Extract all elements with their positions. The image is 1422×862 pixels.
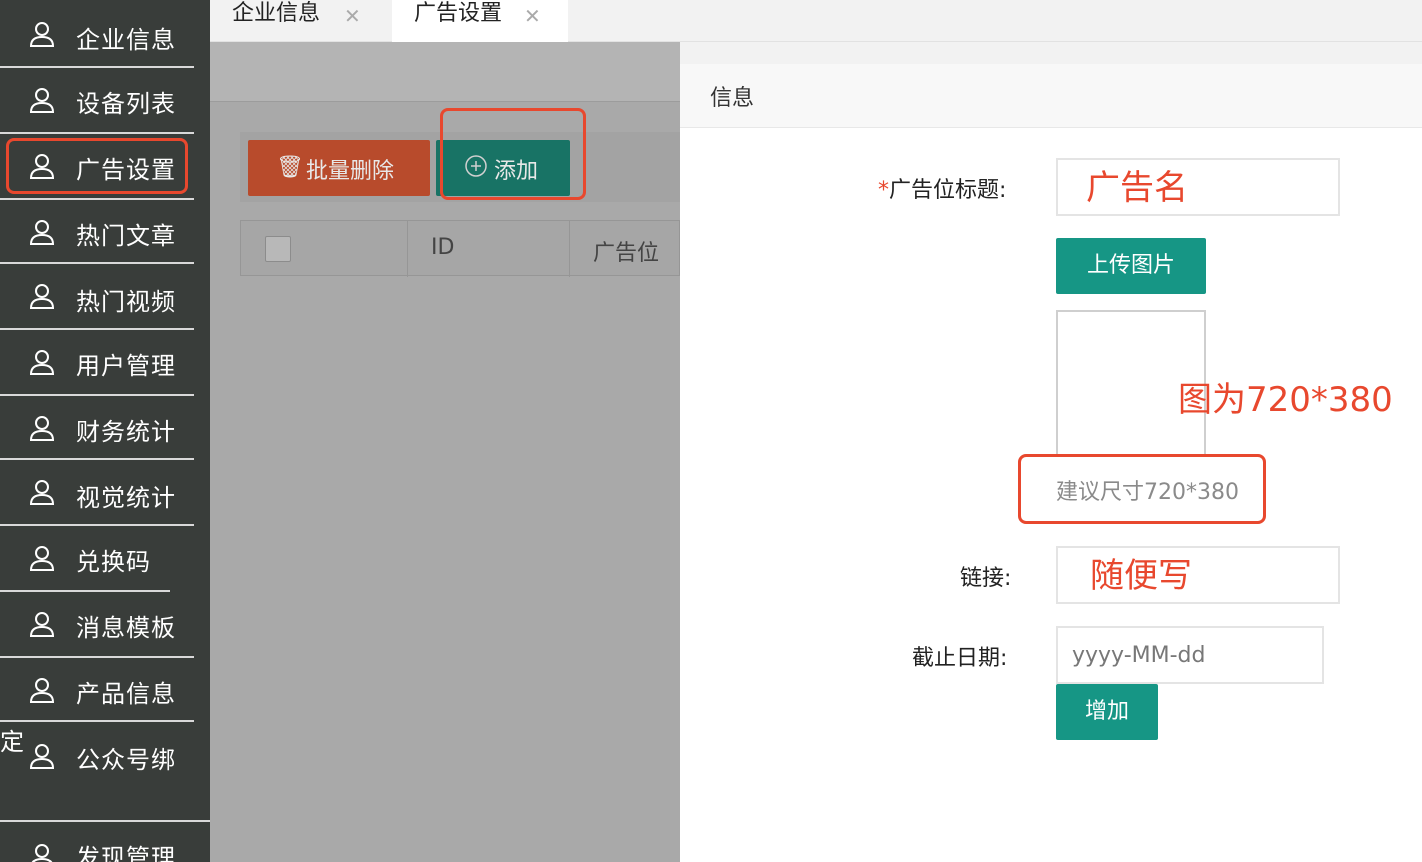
close-icon[interactable]: ✕ xyxy=(344,2,361,30)
user-icon xyxy=(29,154,55,179)
user-icon xyxy=(29,612,55,637)
table-header: ID 广告位 xyxy=(240,220,680,277)
trash-icon: 🗑 xyxy=(276,155,304,180)
link-input[interactable] xyxy=(1056,546,1340,604)
sidebar-item-label-wrap: 定 xyxy=(0,728,25,756)
user-icon xyxy=(29,744,55,769)
user-icon xyxy=(29,284,55,309)
sidebar-item-discover-management[interactable]: 发现管理 xyxy=(0,822,194,862)
sidebar-item-product-info[interactable]: 产品信息 xyxy=(0,658,194,722)
size-hint: 建议尺寸720*380 xyxy=(1056,480,1239,505)
user-icon xyxy=(29,22,55,47)
sidebar-item-label: 企业信息 xyxy=(76,26,176,54)
sidebar-item-redeem-code[interactable]: 兑换码 xyxy=(0,526,170,592)
sidebar-item-label: 财务统计 xyxy=(76,418,176,446)
sidebar-item-label: 兑换码 xyxy=(76,548,151,576)
tab-bar: 企业信息 ✕ 广告设置 ✕ xyxy=(210,0,1422,42)
sidebar-item-label: 热门文章 xyxy=(76,222,176,250)
deadline-input[interactable] xyxy=(1056,626,1324,684)
ad-title-input[interactable] xyxy=(1056,158,1340,216)
column-header-ad-position: 广告位 xyxy=(593,241,660,266)
tab-label: 企业信息 xyxy=(232,1,321,26)
tab-ad-settings[interactable]: 广告设置 ✕ xyxy=(392,0,568,42)
sidebar-item-label: 热门视频 xyxy=(76,288,176,316)
sidebar-item-company-info[interactable]: 企业信息 xyxy=(0,0,194,68)
column-header-id: ID xyxy=(431,235,455,260)
batch-delete-button[interactable]: 🗑 批量删除 xyxy=(248,140,430,196)
user-icon xyxy=(29,416,55,441)
sidebar-item-label: 发现管理 xyxy=(76,844,176,862)
user-icon xyxy=(29,220,55,245)
batch-delete-label: 批量删除 xyxy=(306,159,395,184)
sidebar-item-label: 视觉统计 xyxy=(76,484,176,512)
required-mark: * xyxy=(878,178,889,203)
user-icon xyxy=(29,546,55,571)
link-label: 链接: xyxy=(960,566,1012,591)
sidebar-item-user-management[interactable]: 用户管理 xyxy=(0,330,194,396)
sidebar-item-label: 设备列表 xyxy=(76,90,176,118)
select-all-checkbox[interactable] xyxy=(265,236,291,262)
user-icon xyxy=(29,678,55,703)
sidebar-item-finance-stats[interactable]: 财务统计 xyxy=(0,396,194,460)
highlight-box xyxy=(440,108,586,200)
tab-company-info[interactable]: 企业信息 ✕ xyxy=(210,0,390,42)
column-divider xyxy=(569,221,570,277)
sidebar-item-hot-videos[interactable]: 热门视频 xyxy=(0,264,194,330)
sidebar-item-message-templates[interactable]: 消息模板 xyxy=(0,592,194,658)
sidebar: 企业信息 设备列表 广告设置 热门文章 热门视频 用户管理 财务统计 视觉统计 … xyxy=(0,0,210,862)
sidebar-item-label: 用户管理 xyxy=(76,352,176,380)
sidebar-item-device-list[interactable]: 设备列表 xyxy=(0,68,194,134)
main-content: 🗑 批量删除 添加 ID 广告位 xyxy=(210,42,680,862)
content-header xyxy=(210,42,680,102)
user-icon xyxy=(29,480,55,505)
tab-label: 广告设置 xyxy=(414,1,503,26)
sidebar-item-wechat-binding[interactable]: 公众号绑 定 xyxy=(0,722,210,822)
sidebar-item-label: 公众号绑 xyxy=(76,746,176,774)
image-preview xyxy=(1056,310,1206,456)
annotation-image-size: 图为720*380 xyxy=(1178,380,1393,420)
ad-title-label: *广告位标题: xyxy=(878,172,1006,204)
user-icon xyxy=(29,350,55,375)
sidebar-item-vision-stats[interactable]: 视觉统计 xyxy=(0,460,194,526)
sidebar-item-label: 产品信息 xyxy=(76,680,176,708)
user-icon xyxy=(29,88,55,113)
sidebar-item-label: 消息模板 xyxy=(76,614,176,642)
info-dialog: 信息 *广告位标题: 广告名 上传图片 图为720*380 建议尺寸720*38… xyxy=(680,64,1422,862)
close-icon[interactable]: ✕ xyxy=(524,2,541,30)
deadline-label: 截止日期: xyxy=(912,646,1008,671)
sidebar-item-ad-settings[interactable]: 广告设置 xyxy=(0,134,194,200)
upload-image-button[interactable]: 上传图片 xyxy=(1056,238,1206,294)
ad-title-label-text: 广告位标题: xyxy=(889,178,1007,203)
dialog-title: 信息 xyxy=(680,64,1422,128)
sidebar-item-label: 广告设置 xyxy=(76,156,176,184)
sidebar-item-hot-articles[interactable]: 热门文章 xyxy=(0,200,194,264)
user-icon xyxy=(31,844,53,862)
column-divider xyxy=(407,221,408,277)
submit-add-button[interactable]: 增加 xyxy=(1056,684,1158,740)
